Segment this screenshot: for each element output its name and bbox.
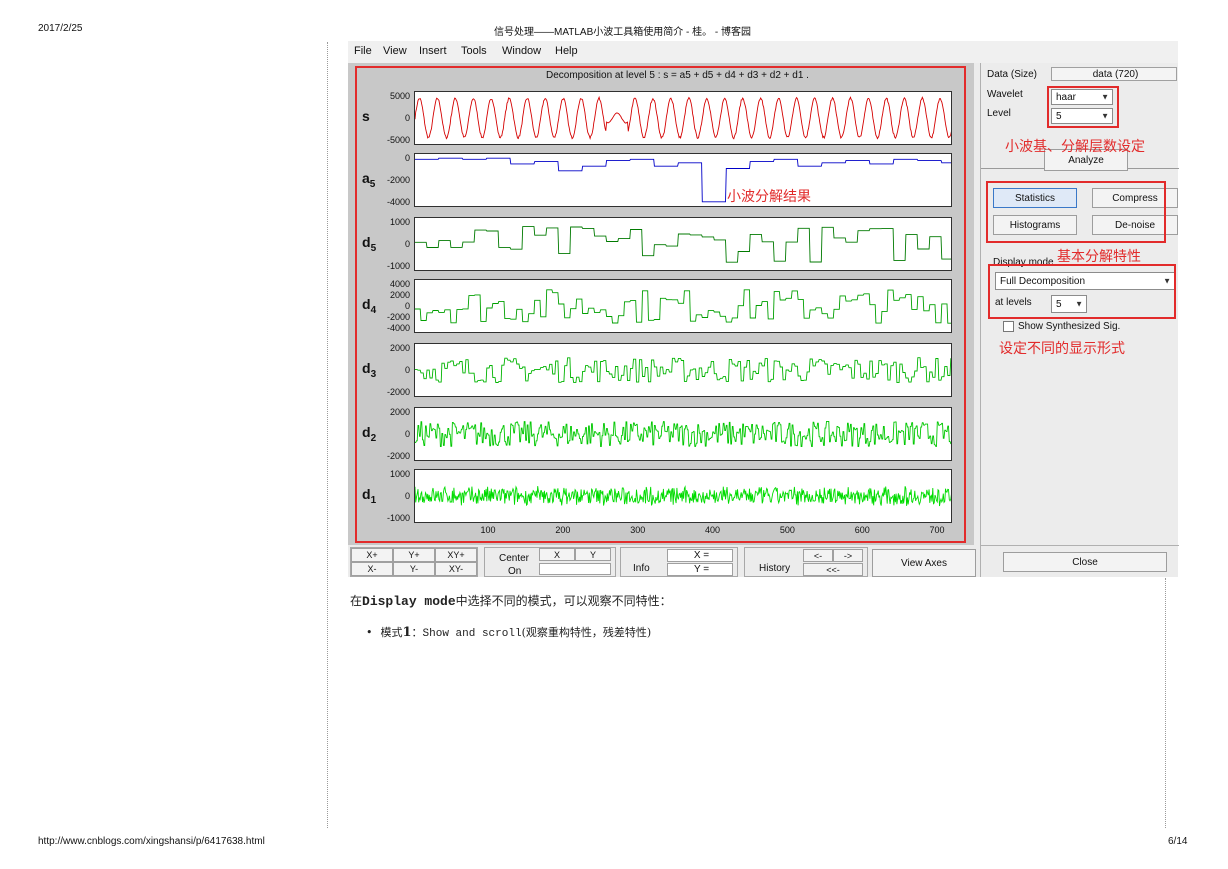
result-highlight-box	[355, 66, 966, 543]
body-paragraph: 在Display mode中选择不同的模式，可以观察不同特性：	[350, 592, 672, 609]
info-x-field: X =	[667, 549, 733, 562]
level-label: Level	[987, 108, 1011, 119]
center-label: Center	[499, 553, 530, 564]
body-code-display-mode: Display mode	[362, 594, 456, 609]
wavelet-level-highlight-box	[1047, 86, 1119, 128]
separator	[981, 545, 1179, 546]
page-number: 6/14	[1168, 836, 1188, 847]
data-size-field: data (720)	[1051, 67, 1177, 81]
annotation-basic-features: 基本分解特性	[1057, 248, 1141, 264]
zoom-y-plus-button[interactable]: Y+	[393, 548, 435, 562]
page-date: 2017/2/25	[38, 23, 83, 34]
wavelet-label: Wavelet	[987, 89, 1023, 100]
display-mode-highlight-box	[988, 264, 1176, 319]
view-axes-button[interactable]: View Axes	[872, 549, 976, 577]
center-y-button[interactable]: Y	[575, 548, 611, 561]
center-x-button[interactable]: X	[539, 548, 575, 561]
zoom-y-minus-button[interactable]: Y-	[393, 562, 435, 576]
basic-features-highlight-box	[986, 181, 1166, 243]
center-on-field[interactable]	[539, 563, 611, 575]
show-synthesized-label: Show Synthesized Sig.	[1018, 321, 1121, 332]
show-synthesized-checkbox[interactable]	[1003, 321, 1014, 332]
data-size-label: Data (Size)	[987, 69, 1038, 80]
zoom-group: X+ Y+ XY+ X- Y- XY-	[350, 547, 478, 577]
annotation-display-form: 设定不同的显示形式	[999, 340, 1125, 356]
info-y-field: Y =	[667, 563, 733, 576]
menu-bar: File View Insert Tools Window Help	[348, 41, 1178, 63]
menu-tools[interactable]: Tools	[461, 45, 487, 57]
history-back-button[interactable]: <-	[803, 549, 833, 562]
close-button[interactable]: Close	[1003, 552, 1167, 572]
body-text-post: 中选择不同的模式，可以观察不同特性：	[455, 594, 672, 608]
zoom-xy-plus-button[interactable]: XY+	[435, 548, 477, 562]
left-guide-line	[327, 42, 328, 828]
bullet-dot: •	[366, 626, 373, 639]
info-group: Info X = Y =	[620, 547, 738, 577]
body-text-pre: 在	[350, 594, 363, 608]
info-label: Info	[633, 563, 650, 574]
bullet-text-post: (观察重构特性，残差特性)	[521, 626, 652, 639]
bullet-colon: ：	[411, 626, 423, 639]
menu-insert[interactable]: Insert	[419, 45, 447, 57]
zoom-xy-minus-button[interactable]: XY-	[435, 562, 477, 576]
zoom-x-plus-button[interactable]: X+	[351, 548, 393, 562]
bullet-item: • 模式1：Show and scroll(观察重构特性，残差特性)	[366, 624, 651, 640]
bullet-number: 1	[402, 625, 412, 640]
page-header-title: 信号处理——MATLAB小波工具箱使用简介 - 桂。 - 博客园	[494, 27, 752, 38]
history-group: History <- -> <<-	[744, 547, 868, 577]
menu-view[interactable]: View	[383, 45, 407, 57]
history-label: History	[759, 563, 791, 574]
bullet-code-show-scroll: Show and scroll	[422, 628, 522, 640]
history-first-button[interactable]: <<-	[803, 563, 863, 576]
page-footer-url: http://www.cnblogs.com/xingshansi/p/6417…	[38, 836, 265, 847]
center-group: Center On X Y	[484, 547, 616, 577]
menu-help[interactable]: Help	[555, 45, 578, 57]
annotation-wavelet-level: 小波基、分解层数设定	[1005, 138, 1145, 154]
bullet-text-pre: 模式	[380, 626, 403, 639]
zoom-x-minus-button[interactable]: X-	[351, 562, 393, 576]
history-forward-button[interactable]: ->	[833, 549, 863, 562]
right-guide-line	[1165, 578, 1166, 828]
center-on-label: On	[508, 566, 522, 577]
menu-window[interactable]: Window	[502, 45, 541, 57]
zoom-toolbar: X+ Y+ XY+ X- Y- XY- Center On X Y Info X…	[348, 545, 980, 577]
annotation-result: 小波分解结果	[727, 188, 811, 204]
menu-file[interactable]: File	[354, 45, 372, 57]
